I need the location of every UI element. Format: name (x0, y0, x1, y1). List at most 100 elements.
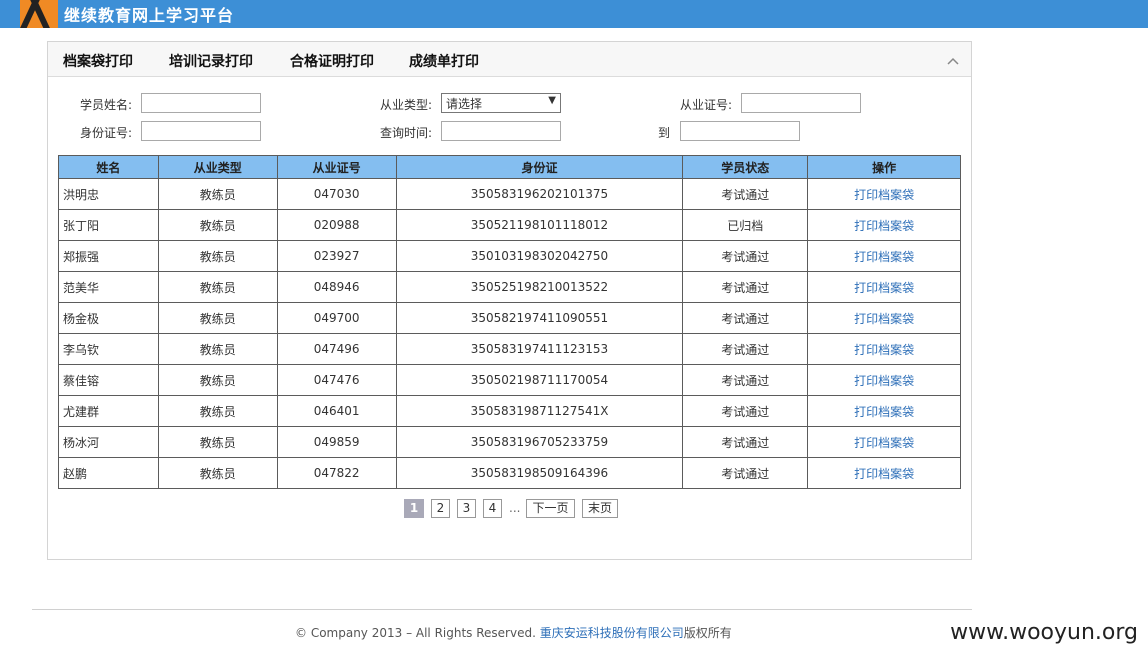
student-name-input[interactable] (141, 93, 261, 113)
query-time-to-input[interactable] (680, 121, 800, 141)
cell-name: 郑振强 (58, 240, 159, 272)
col-header-type: 从业类型 (157, 155, 278, 179)
cell-cert: 049700 (276, 302, 397, 334)
cell-type: 教练员 (157, 271, 278, 303)
table-row: 蔡佳镕 教练员 047476 350502198711170054 考试通过 打印档案袋 (58, 364, 961, 396)
cell-status: 考试通过 (682, 302, 809, 334)
col-header-cert: 从业证号 (276, 155, 397, 179)
main-panel: 档案袋打印 培训记录打印 合格证明打印 成绩单打印 学员姓名: 从业类型: 请选… (47, 41, 972, 560)
cell-type: 教练员 (157, 178, 278, 210)
cell-status: 考试通过 (682, 178, 809, 210)
cell-status: 考试通过 (682, 395, 809, 427)
cell-status: 考试通过 (682, 457, 809, 489)
print-archive-link[interactable]: 打印档案袋 (854, 281, 914, 295)
cell-action: 打印档案袋 (807, 364, 961, 396)
print-archive-link[interactable]: 打印档案袋 (854, 219, 914, 233)
cell-id-number: 350582197411090551 (395, 302, 684, 334)
last-page-button[interactable]: 末页 (582, 499, 618, 518)
job-type-selected-value: 请选择 (446, 97, 483, 111)
cell-cert: 023927 (276, 240, 397, 272)
cell-id-number: 350502198711170054 (395, 364, 684, 396)
table-row: 郑振强 教练员 023927 350103198302042750 考试通过 打印档案袋 (58, 240, 961, 272)
cell-status: 考试通过 (682, 426, 809, 458)
query-time-label: 查询时间: (380, 126, 433, 140)
footer-rights: 版权所有 (683, 626, 732, 640)
footer: © Company 2013 – All Rights Reserved. 重庆… (295, 624, 732, 641)
cell-cert: 046401 (276, 395, 397, 427)
tab-archive-print[interactable]: 档案袋打印 (63, 51, 133, 71)
cell-status: 考试通过 (682, 364, 809, 396)
id-number-input[interactable] (141, 121, 261, 141)
print-archive-link[interactable]: 打印档案袋 (854, 467, 914, 481)
cell-status: 考试通过 (682, 333, 809, 365)
cell-cert: 047030 (276, 178, 397, 210)
cell-action: 打印档案袋 (807, 240, 961, 272)
table-row: 洪明忠 教练员 047030 350583196202101375 考试通过 打印档案袋 (58, 178, 961, 210)
cell-cert: 047496 (276, 333, 397, 365)
cell-name: 张丁阳 (58, 209, 159, 241)
print-archive-link[interactable]: 打印档案袋 (854, 436, 914, 450)
cell-name: 洪明忠 (58, 178, 159, 210)
cell-action: 打印档案袋 (807, 178, 961, 210)
tab-bar: 档案袋打印 培训记录打印 合格证明打印 成绩单打印 (48, 42, 971, 77)
page-2-button[interactable]: 2 (431, 499, 450, 518)
tab-training-record-print[interactable]: 培训记录打印 (169, 51, 253, 71)
job-type-label: 从业类型: (380, 98, 433, 112)
page-3-button[interactable]: 3 (457, 499, 476, 518)
table-row: 杨冰河 教练员 049859 350583196705233759 考试通过 打印档案袋 (58, 426, 961, 458)
print-archive-link[interactable]: 打印档案袋 (854, 250, 914, 264)
cell-name: 杨冰河 (58, 426, 159, 458)
cell-cert: 020988 (276, 209, 397, 241)
cell-type: 教练员 (157, 302, 278, 334)
pagination-ellipsis: ... (509, 501, 521, 515)
cell-cert: 047476 (276, 364, 397, 396)
cell-type: 教练员 (157, 426, 278, 458)
cell-id-number: 350583196705233759 (395, 426, 684, 458)
table-row: 赵鹏 教练员 047822 350583198509164396 考试通过 打印档案袋 (58, 457, 961, 489)
print-archive-link[interactable]: 打印档案袋 (854, 312, 914, 326)
footer-divider (32, 609, 972, 610)
student-table: 姓名 从业类型 从业证号 身份证 学员状态 操作 洪明忠 教练员 047030 350… (58, 155, 961, 489)
job-type-select[interactable]: 请选择 ▼ (441, 93, 561, 113)
page-4-button[interactable]: 4 (483, 499, 502, 518)
print-archive-link[interactable]: 打印档案袋 (854, 405, 914, 419)
col-header-action: 操作 (807, 155, 961, 179)
tab-transcript-print[interactable]: 成绩单打印 (409, 51, 479, 71)
cell-action: 打印档案袋 (807, 209, 961, 241)
to-label: 到 (658, 126, 671, 140)
print-archive-link[interactable]: 打印档案袋 (854, 188, 914, 202)
cell-name: 杨金极 (58, 302, 159, 334)
cell-id-number: 35058319871127541X (395, 395, 684, 427)
cell-name: 范美华 (58, 271, 159, 303)
cell-name: 尤建群 (58, 395, 159, 427)
next-page-button[interactable]: 下一页 (526, 499, 575, 518)
cell-action: 打印档案袋 (807, 271, 961, 303)
cell-cert: 049859 (276, 426, 397, 458)
cell-name: 赵鹏 (58, 457, 159, 489)
cell-id-number: 350583196202101375 (395, 178, 684, 210)
collapse-chevron-up-icon[interactable] (947, 55, 959, 67)
cell-status: 考试通过 (682, 240, 809, 272)
site-logo (20, 0, 58, 28)
footer-company-link[interactable]: 重庆安运科技股份有限公司 (540, 626, 684, 640)
query-time-from-input[interactable] (441, 121, 561, 141)
print-archive-link[interactable]: 打印档案袋 (854, 374, 914, 388)
page-1-button[interactable]: 1 (404, 499, 424, 518)
table-row: 张丁阳 教练员 020988 350521198101118012 已归档 打印档案袋 (58, 209, 961, 241)
cell-action: 打印档案袋 (807, 302, 961, 334)
cell-id-number: 350103198302042750 (395, 240, 684, 272)
cert-number-input[interactable] (741, 93, 861, 113)
tab-certificate-print[interactable]: 合格证明打印 (290, 51, 374, 71)
cell-id-number: 350583197411123153 (395, 333, 684, 365)
cell-type: 教练员 (157, 240, 278, 272)
table-header-row: 姓名 从业类型 从业证号 身份证 学员状态 操作 (58, 155, 961, 179)
cell-type: 教练员 (157, 457, 278, 489)
cell-type: 教练员 (157, 333, 278, 365)
table-row: 尤建群 教练员 046401 35058319871127541X 考试通过 打印档案袋 (58, 395, 961, 427)
cell-name: 李乌钦 (58, 333, 159, 365)
cell-action: 打印档案袋 (807, 457, 961, 489)
watermark: www.wooyun.org (950, 620, 1138, 645)
cell-action: 打印档案袋 (807, 333, 961, 365)
print-archive-link[interactable]: 打印档案袋 (854, 343, 914, 357)
site-title: 继续教育网上学习平台 (64, 6, 235, 25)
